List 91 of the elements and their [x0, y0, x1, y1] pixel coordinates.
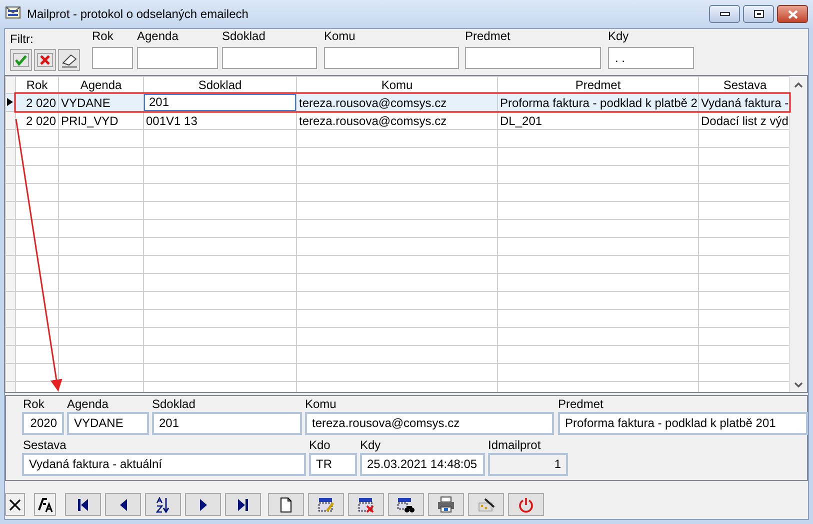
- table-cell: 2 020: [26, 114, 56, 128]
- filter-field-label: Agenda: [137, 30, 180, 44]
- new-document-button[interactable]: [268, 493, 304, 516]
- field-label: Predmet: [558, 397, 604, 412]
- column-header[interactable]: Predmet: [498, 76, 698, 94]
- field-label: Sdoklad: [152, 397, 196, 412]
- row-pointer-icon: [6, 96, 14, 106]
- vertical-scrollbar[interactable]: [789, 76, 807, 392]
- field-value[interactable]: 201: [152, 412, 302, 435]
- table-cell: Proforma faktura - podklad k platbě 2: [500, 96, 698, 110]
- column-header[interactable]: Rok: [16, 76, 58, 94]
- sort-icon: [156, 496, 170, 512]
- maximize-button[interactable]: [743, 5, 774, 23]
- scroll-up-icon[interactable]: [794, 82, 803, 88]
- last-record-icon: [237, 498, 249, 512]
- window-title: Mailprot - protokol o odselaných emailech: [27, 7, 248, 21]
- filter-field-label: Komu: [324, 30, 356, 44]
- edit-record-button[interactable]: [308, 493, 344, 516]
- filter-input[interactable]: [222, 47, 317, 69]
- sort-button[interactable]: [145, 493, 181, 516]
- field-value[interactable]: Proforma faktura - podklad k platbě 201: [558, 412, 808, 435]
- next-record-button[interactable]: [185, 493, 221, 516]
- filter-input[interactable]: [324, 47, 459, 69]
- filter-input[interactable]: [465, 47, 601, 69]
- power-button[interactable]: [508, 493, 544, 516]
- minimize-button[interactable]: [709, 5, 740, 23]
- field-label: Kdy: [360, 438, 382, 453]
- filter-field-label: Rok: [92, 30, 114, 44]
- field-label: Agenda: [67, 397, 110, 412]
- table-cell: 001V1 13: [146, 114, 198, 128]
- field-value[interactable]: 25.03.2021 14:48:05: [360, 453, 485, 476]
- field-value: 1: [488, 453, 568, 476]
- cell-editor[interactable]: 201: [144, 94, 296, 110]
- column-header[interactable]: Sdoklad: [144, 76, 296, 94]
- filter-field-label: Predmet: [465, 30, 512, 44]
- field-label: Rok: [23, 397, 46, 412]
- previous-record-icon: [118, 498, 128, 512]
- minimize-icon: [720, 12, 730, 16]
- next-record-icon: [198, 498, 208, 512]
- field-value[interactable]: 2020: [22, 412, 64, 435]
- table-cell: tereza.rousova@comsys.cz: [299, 96, 447, 110]
- column-header[interactable]: Sestava: [698, 76, 792, 94]
- filter-field-label: Kdy: [608, 30, 630, 44]
- eraser-button[interactable]: [58, 49, 80, 71]
- table-cell: Dodací list z výd: [701, 114, 788, 128]
- printer-button[interactable]: [428, 493, 464, 516]
- table-cell: Vydaná faktura -: [701, 96, 789, 110]
- maximize-icon: [754, 10, 764, 18]
- filter-input[interactable]: . .: [608, 47, 694, 69]
- column-header[interactable]: Komu: [296, 76, 498, 94]
- previous-record-button[interactable]: [105, 493, 141, 516]
- power-icon: [518, 496, 534, 512]
- field-value[interactable]: TR: [309, 453, 357, 476]
- field-label: Kdo: [309, 438, 332, 453]
- field-label: Komu: [305, 397, 338, 412]
- edit-record-icon: [318, 496, 334, 512]
- field-value[interactable]: VYDANE: [67, 412, 149, 435]
- find-record-icon: [397, 496, 415, 512]
- filter-input[interactable]: [137, 47, 218, 69]
- font-icon: [37, 496, 53, 513]
- first-record-button[interactable]: [65, 493, 101, 516]
- new-document-icon: [280, 496, 292, 512]
- field-label: Sestava: [23, 438, 68, 453]
- filter-label: Filtr:: [10, 32, 34, 46]
- close-icon: [8, 498, 22, 512]
- font-button[interactable]: [34, 493, 56, 516]
- close-icon: [788, 10, 798, 18]
- find-record-button[interactable]: [388, 493, 424, 516]
- field-value[interactable]: tereza.rousova@comsys.cz: [305, 412, 554, 435]
- table-cell: VYDANE: [61, 96, 110, 110]
- column-header[interactable]: Agenda: [58, 76, 144, 94]
- table-cell: 2 020: [26, 96, 56, 110]
- clear-filter-button[interactable]: [34, 49, 56, 71]
- delete-record-icon: [358, 496, 374, 512]
- table-cell: PRIJ_VYD: [61, 114, 118, 128]
- first-record-icon: [77, 498, 89, 512]
- filter-input[interactable]: [92, 47, 133, 69]
- close-button[interactable]: [5, 493, 25, 516]
- last-record-button[interactable]: [225, 493, 261, 516]
- printer-icon: [437, 496, 455, 513]
- print-setup-button[interactable]: [468, 493, 504, 516]
- apply-filter-button[interactable]: [10, 49, 32, 71]
- scroll-down-icon[interactable]: [794, 382, 803, 388]
- field-value[interactable]: Vydaná faktura - aktuální: [22, 453, 306, 476]
- filter-field-label: Sdoklad: [222, 30, 266, 44]
- close-button[interactable]: [777, 5, 808, 23]
- field-label: Idmailprot: [488, 438, 542, 453]
- delete-record-button[interactable]: [348, 493, 384, 516]
- table-cell: tereza.rousova@comsys.cz: [299, 114, 447, 128]
- table-cell: DL_201: [500, 114, 542, 128]
- print-setup-icon: [477, 496, 495, 512]
